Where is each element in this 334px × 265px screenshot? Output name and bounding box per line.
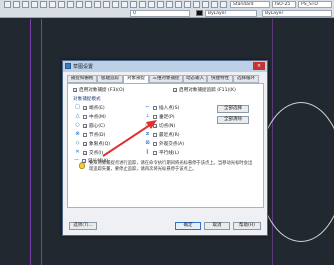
annotation-arrow bbox=[102, 120, 157, 157]
arrow-shaft bbox=[102, 124, 151, 157]
